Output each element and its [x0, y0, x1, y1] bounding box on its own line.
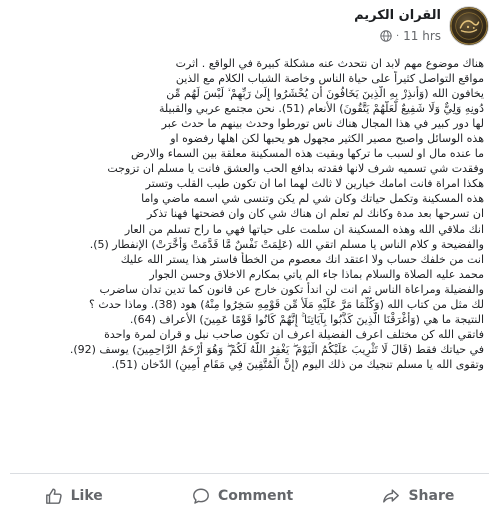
post-line: هذه المسكينة وتكمل حياتك وكان شي لم يكن …: [141, 192, 484, 206]
page-name[interactable]: القران الكريم: [354, 8, 441, 23]
post-line: والفضيحة و كلام الناس يا مسلم اتقي الله …: [89, 237, 484, 251]
post-line: لها دور كبير في هذا المجال هناك ناس تورط…: [161, 117, 484, 131]
page-avatar[interactable]: [449, 6, 489, 46]
post-line: دُونِهِ وَلِيٌّ وَلَا شَفِيعٌ لَّعَلَّهُ…: [158, 102, 484, 116]
comment-bubble-icon: [193, 488, 209, 504]
post-line: ما عنده مال او لسبب ما تركها وبقيت هذه ا…: [130, 147, 484, 161]
share-label: Share: [408, 487, 455, 504]
post-line: انت من خلفك حساب ولا اعتقد انك معصوم من …: [120, 252, 484, 266]
post-header: القران الكريم 11 hrs ·: [0, 0, 499, 52]
comment-label: Comment: [218, 487, 294, 504]
post-line: هناك موضوع مهم لابد ان نتحدث عنه مشكلة ك…: [175, 57, 484, 70]
comment-button[interactable]: Comment: [192, 487, 293, 505]
post-line: في حياتك فقط (قَالَ لَا تَثْرِيبَ عَلَيْ…: [69, 342, 484, 356]
post-meta: 11 hrs ·: [380, 29, 441, 43]
post-line: والفضيلة ومراعاة الناس ثم انت لن اندأ تك…: [99, 282, 484, 296]
meta-separator: ·: [395, 30, 400, 42]
share-button[interactable]: Share: [382, 487, 454, 505]
post-line: النتيجة ما هي (وَأَغْرَقْنَا الَّذِينَ ك…: [129, 312, 484, 326]
post-line: فاتقي الله كن مختلف اعرف الفضيلة اعرف ان…: [104, 327, 484, 341]
like-label: Like: [70, 487, 103, 504]
post-line: هذه الوسائل واصبح مصير الكثير مجهول هو ي…: [170, 132, 484, 146]
post-line: وتقوى الله يا مسلم تنجيك من ذلك اليوم (إ…: [111, 357, 484, 371]
like-button[interactable]: Like: [45, 487, 103, 505]
post-line: لك مثل من كتاب الله (وَكُلَّمَا مَرَّ عَ…: [88, 297, 484, 311]
post-line: وفقدت شي تسميه شرف لانها فقدته بدافع الح…: [107, 162, 484, 176]
post-body: هناك موضوع مهم لابد ان نتحدث عنه مشكلة ك…: [14, 56, 484, 372]
share-arrow-icon: [383, 488, 400, 503]
post-line: هكذا امراة فانت امامك خيارين لا ثالث لهم…: [145, 177, 484, 191]
post-line: مواقع التواصل كثيراً على حياة الناس وخاص…: [175, 72, 484, 86]
calligraphy-logo-icon: [450, 7, 488, 45]
post-line: محمد عليه الصلاة والسلام بماذا جاء الم ي…: [149, 267, 484, 281]
post-line: ان تسرحها بعد مدة وكانك لم تعلم ان هناك …: [146, 207, 484, 221]
globe-icon[interactable]: [380, 30, 392, 42]
thumbs-up-icon: [45, 488, 62, 504]
post-actions: Like Comment Share: [0, 474, 499, 517]
post-line: يخافون الله (وَأَنذِرْ بِهِ الَّذِينَ يَ…: [166, 87, 484, 101]
post-timestamp[interactable]: 11 hrs: [403, 29, 441, 43]
post-line: انك ملاقي الله وهذه المسكينة ان سلمت على…: [124, 222, 484, 236]
